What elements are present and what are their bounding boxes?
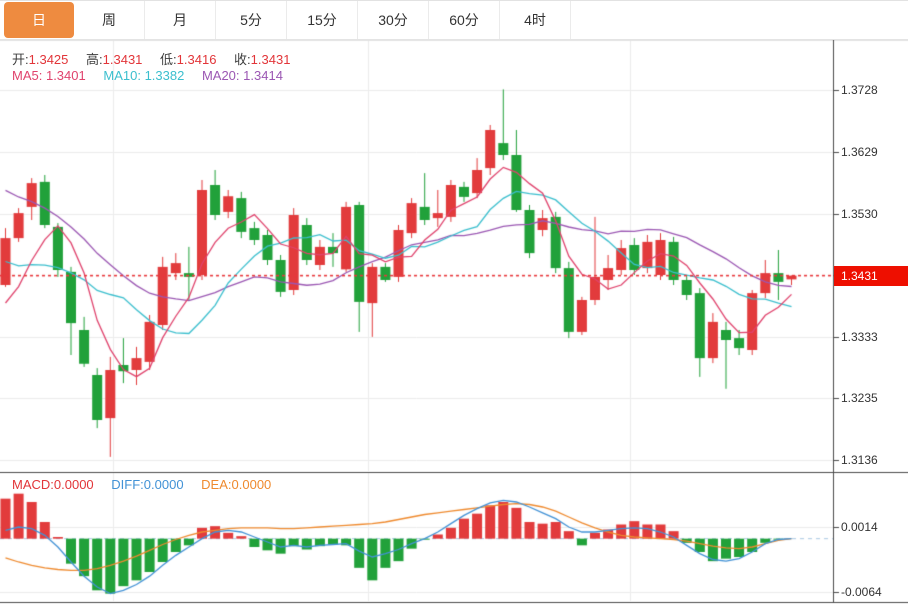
tab-4hour[interactable]: 4时 <box>500 1 571 39</box>
tab-day[interactable]: 日 <box>4 2 74 38</box>
price-tick-5: 1.3235 <box>841 391 878 405</box>
price-tick-4: 1.3333 <box>841 330 878 344</box>
tab-60min[interactable]: 60分 <box>429 1 500 39</box>
timeframe-tabbar: 日 周 月 5分 15分 30分 60分 4时 <box>0 0 908 40</box>
price-tick-2: 1.3629 <box>841 145 878 159</box>
price-tick-6: 1.3136 <box>841 453 878 467</box>
macd-tick-1: 0.0014 <box>841 520 878 534</box>
macd-tick-2: -0.0064 <box>841 585 882 599</box>
tab-week[interactable]: 周 <box>74 1 145 39</box>
candlestick-macd-canvas[interactable] <box>0 40 908 605</box>
tab-30min[interactable]: 30分 <box>358 1 429 39</box>
tab-15min[interactable]: 15分 <box>287 1 358 39</box>
chart-area: 开:1.3425 高:1.3431 低:1.3416 收:1.3431 MA5:… <box>0 40 908 605</box>
last-price-tag: 1.3431 <box>834 266 908 286</box>
kline-chart-app: 日 周 月 5分 15分 30分 60分 4时 开:1.3425 高:1.343… <box>0 0 908 605</box>
tab-month[interactable]: 月 <box>145 1 216 39</box>
price-tick-3: 1.3530 <box>841 207 878 221</box>
tab-5min[interactable]: 5分 <box>216 1 287 39</box>
price-tick-1: 1.3728 <box>841 83 878 97</box>
